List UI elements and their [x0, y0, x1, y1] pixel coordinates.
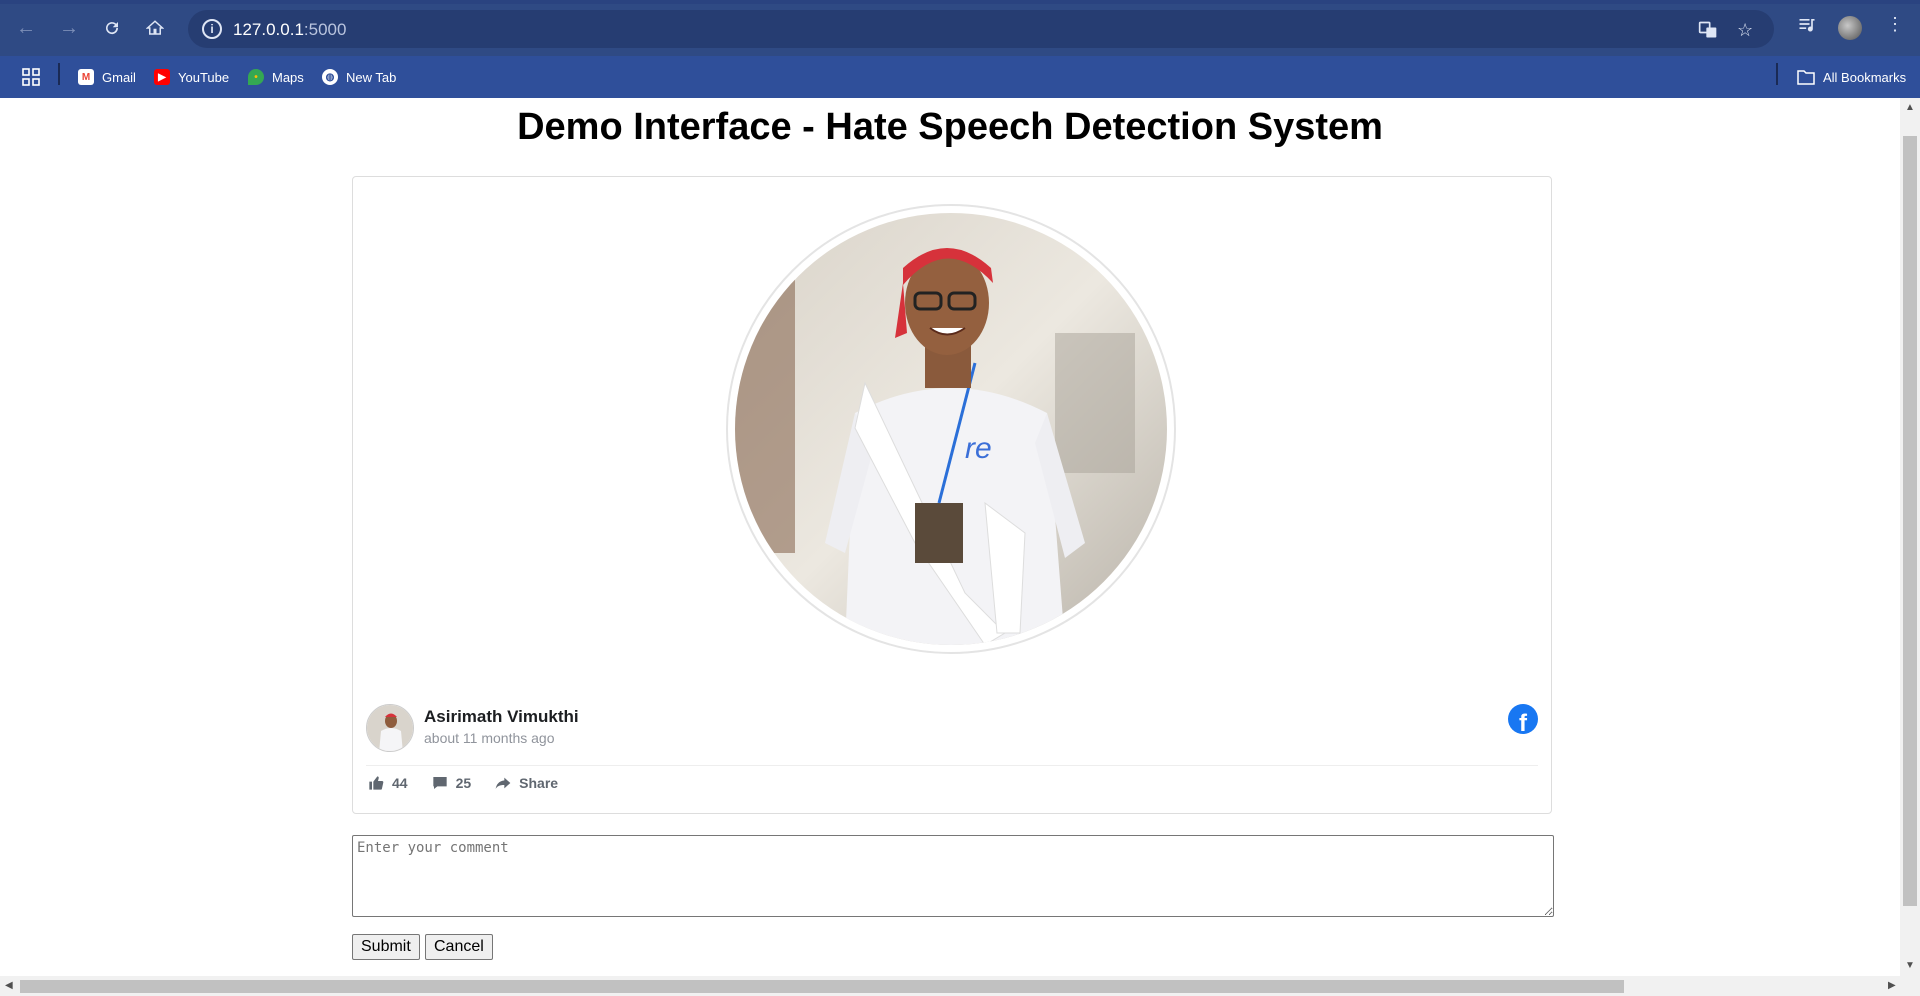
- browser-menu-icon[interactable]: ⋮: [1886, 14, 1904, 35]
- bookmark-maps[interactable]: • Maps: [248, 66, 304, 88]
- post-card: re Asirimath Vimukthi about 11 months ag…: [352, 176, 1552, 814]
- bookmark-new-tab[interactable]: ◍ New Tab: [322, 66, 396, 88]
- home-icon: [146, 20, 164, 35]
- scroll-up-icon[interactable]: ▲: [1905, 102, 1915, 113]
- post-photo: re: [726, 204, 1176, 654]
- comment-icon: [432, 777, 447, 789]
- address-bar[interactable]: i 127.0.0.1:5000 ☆: [188, 10, 1774, 48]
- thumbs-up-icon: [369, 776, 384, 790]
- bookmark-label: New Tab: [346, 69, 397, 85]
- comment-count: 25: [455, 775, 472, 791]
- like-button[interactable]: 44: [368, 775, 408, 791]
- all-bookmarks[interactable]: All Bookmarks: [1797, 66, 1906, 88]
- submit-button[interactable]: Submit: [352, 934, 420, 960]
- horizontal-scroll-thumb[interactable]: [20, 980, 1624, 993]
- like-count: 44: [392, 775, 408, 791]
- forward-button[interactable]: →: [54, 13, 84, 43]
- bookmarks-bar: M Gmail ▶ YouTube • Maps ◍ New Tab All B…: [0, 56, 1920, 98]
- page-viewport: Demo Interface - Hate Speech Detection S…: [0, 98, 1900, 976]
- site-info-icon[interactable]: i: [202, 19, 222, 39]
- bookmarks-divider: [58, 63, 60, 85]
- back-button[interactable]: ←: [11, 13, 41, 43]
- youtube-icon: ▶: [154, 69, 170, 85]
- share-icon: [495, 777, 511, 789]
- reload-icon: [106, 22, 119, 35]
- scroll-left-icon[interactable]: ◀: [5, 980, 13, 991]
- translate-icon[interactable]: [1698, 20, 1718, 45]
- facebook-icon: f: [1508, 704, 1538, 734]
- globe-icon: ◍: [322, 69, 338, 85]
- scroll-down-icon[interactable]: ▼: [1905, 960, 1915, 971]
- reload-button[interactable]: [97, 13, 127, 43]
- share-label: Share: [519, 775, 559, 791]
- person-photo: re: [735, 213, 1167, 645]
- author-avatar[interactable]: [366, 704, 414, 752]
- post-divider: [366, 765, 1538, 766]
- vertical-scrollbar[interactable]: ▲ ▼: [1900, 98, 1920, 976]
- all-bookmarks-label: All Bookmarks: [1823, 69, 1907, 85]
- post-actions: 44 25 Share: [368, 775, 558, 791]
- bookmark-label: YouTube: [178, 69, 230, 85]
- browser-toolbar: ← → i 127.0.0.1:5000 ☆ ⋮: [0, 0, 1920, 56]
- author-name[interactable]: Asirimath Vimukthi: [424, 707, 579, 727]
- media-control-icon[interactable]: [1797, 14, 1817, 39]
- horizontal-scrollbar[interactable]: ◀ ▶: [0, 976, 1920, 996]
- post-timestamp: about 11 months ago: [424, 730, 555, 746]
- folder-icon: [1797, 70, 1815, 85]
- bookmark-youtube[interactable]: ▶ YouTube: [154, 66, 229, 88]
- bookmark-star-icon[interactable]: ☆: [1737, 20, 1753, 41]
- share-button[interactable]: Share: [495, 775, 558, 791]
- apps-grid-icon[interactable]: [22, 66, 40, 88]
- bookmark-gmail[interactable]: M Gmail: [78, 66, 136, 88]
- svg-text:re: re: [965, 432, 992, 465]
- home-button[interactable]: [140, 13, 170, 43]
- page-title: Demo Interface - Hate Speech Detection S…: [517, 106, 1383, 148]
- maps-icon: •: [248, 69, 264, 85]
- vertical-scroll-thumb[interactable]: [1903, 136, 1917, 906]
- profile-avatar[interactable]: [1838, 16, 1862, 40]
- scroll-right-icon[interactable]: ▶: [1888, 980, 1896, 991]
- cancel-button[interactable]: Cancel: [425, 934, 493, 960]
- tab-strip: [0, 0, 1920, 4]
- comment-button[interactable]: 25: [432, 775, 472, 791]
- bookmark-label: Gmail: [102, 69, 136, 85]
- gmail-icon: M: [78, 69, 94, 85]
- comment-input[interactable]: [352, 835, 1554, 917]
- bookmarks-divider: [1776, 63, 1778, 85]
- bookmark-label: Maps: [272, 69, 304, 85]
- url-text[interactable]: 127.0.0.1:5000: [233, 20, 346, 40]
